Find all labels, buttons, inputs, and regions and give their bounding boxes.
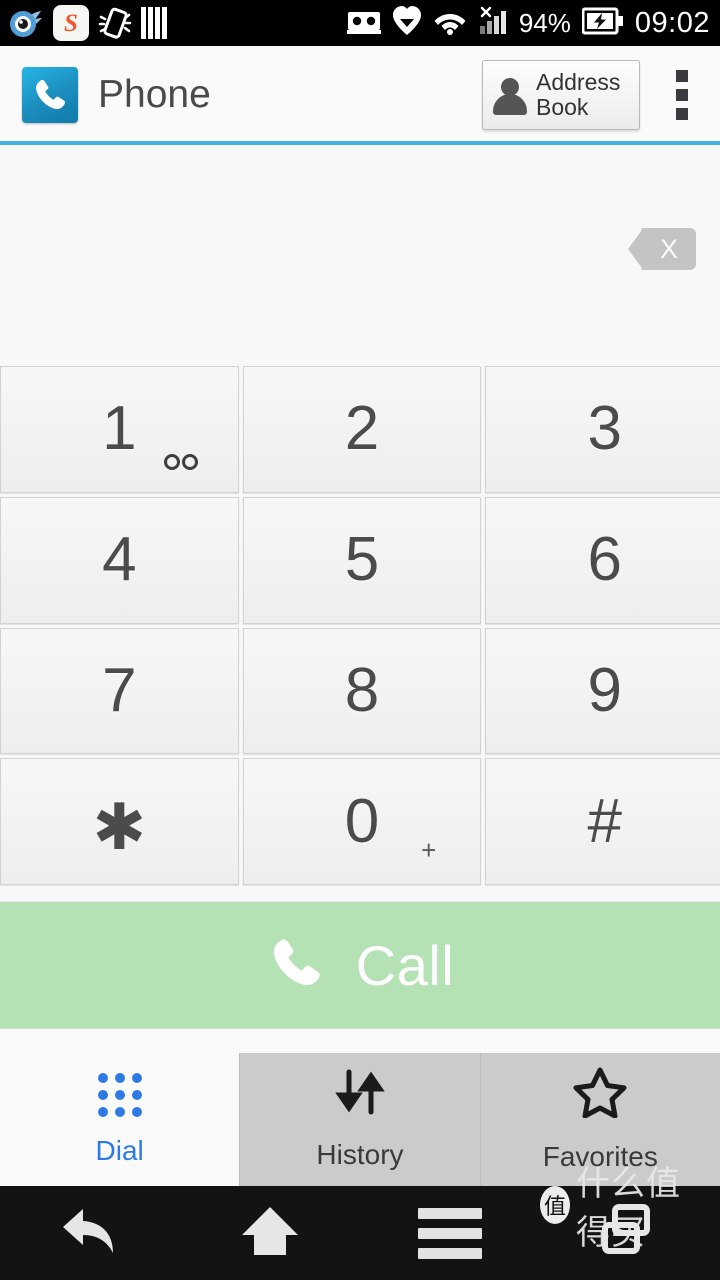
android-navigation-bar: 值 什么值得买	[0, 1164, 720, 1280]
dialpad-row: 1 2 3	[0, 366, 720, 493]
home-icon	[240, 1203, 300, 1264]
menu-hamburger-icon	[418, 1207, 482, 1259]
dialpad-row: 7 8 9	[0, 627, 720, 755]
home-button[interactable]	[180, 1203, 360, 1264]
status-bar-notification-icons: S	[0, 5, 171, 41]
key-label: 9	[587, 655, 622, 725]
phone-app-icon	[22, 66, 78, 123]
status-bar-system-icons: 94% 09:02	[346, 5, 720, 42]
star-outline-icon	[572, 1066, 628, 1123]
key-label: #	[587, 786, 622, 856]
sogou-input-icon: S	[53, 5, 89, 41]
tab-history[interactable]: History	[239, 1053, 480, 1186]
tab-dial-label: Dial	[95, 1134, 144, 1166]
dialed-number-text	[20, 145, 620, 363]
address-book-label: Address Book	[536, 68, 621, 120]
app-bar: Phone Address Book	[0, 46, 720, 143]
recents-button[interactable]: 值 什么值得买	[540, 1164, 720, 1264]
key-0[interactable]: 0 +	[242, 758, 482, 885]
key-1[interactable]: 1	[0, 366, 239, 493]
overflow-menu-icon[interactable]	[652, 46, 712, 143]
smzdm-badge: 值	[540, 1185, 570, 1224]
keypad-dots-icon	[97, 1072, 142, 1117]
backspace-delete-icon[interactable]: X	[628, 228, 696, 270]
key-label: 7	[102, 655, 137, 725]
shake-gesture-icon	[98, 5, 132, 41]
eyecare-glasses-icon	[346, 7, 381, 40]
key-label: 2	[344, 394, 380, 464]
key-4[interactable]: 4	[0, 496, 239, 624]
key-label: 8	[344, 655, 380, 725]
tab-dial[interactable]: Dial	[0, 1053, 240, 1186]
status-bar-clock: 09:02	[634, 6, 710, 39]
dialpad-row: 4 5 6	[0, 496, 720, 624]
comet-browser-icon	[8, 5, 44, 41]
back-arrow-icon	[59, 1203, 121, 1264]
address-book-button[interactable]: Address Book	[482, 59, 640, 130]
phone-dialer-screen: S 94% 09:02 Phone Address Book X 1 2 3 4…	[0, 0, 720, 1280]
phone-handset-icon	[266, 933, 326, 998]
key-label: 4	[102, 525, 137, 595]
key-plus-label: +	[421, 835, 437, 865]
backspace-glyph: X	[659, 233, 678, 264]
key-label: ✱	[92, 791, 147, 864]
dialpad: 1 2 3 4 5 6 7 8 9 ✱ 0 + #	[0, 366, 720, 885]
battery-percent-label: 94%	[518, 7, 571, 38]
address-book-label-line1: Address	[536, 68, 621, 95]
key-7[interactable]: 7	[0, 627, 239, 755]
tab-history-label: History	[316, 1139, 404, 1170]
call-history-arrows-icon	[329, 1068, 391, 1121]
signal-no-sim-icon	[478, 6, 508, 41]
key-label: 6	[587, 525, 622, 595]
key-label: 5	[344, 525, 380, 595]
key-hash[interactable]: #	[485, 758, 720, 885]
address-book-label-line2: Book	[536, 93, 589, 120]
call-button[interactable]: Call	[0, 901, 720, 1029]
key-label: 0	[344, 786, 380, 856]
page-title: Phone	[98, 72, 211, 116]
wifi-icon	[433, 7, 467, 40]
bars-icon	[141, 7, 171, 39]
key-label: 1	[102, 394, 137, 464]
key-2[interactable]: 2	[242, 366, 482, 493]
person-icon	[491, 75, 529, 115]
key-9[interactable]: 9	[485, 627, 720, 755]
status-bar: S 94% 09:02	[0, 0, 720, 46]
back-button[interactable]	[0, 1203, 180, 1264]
key-8[interactable]: 8	[242, 627, 482, 755]
key-3[interactable]: 3	[485, 366, 720, 493]
key-5[interactable]: 5	[242, 496, 482, 624]
voicemail-icon	[163, 453, 198, 470]
key-label: 3	[587, 394, 622, 464]
smzdm-watermark: 值 什么值得买	[540, 1156, 714, 1254]
key-6[interactable]: 6	[485, 496, 720, 624]
menu-button[interactable]	[360, 1207, 540, 1259]
heart-mail-icon	[392, 5, 422, 42]
smzdm-watermark-text: 什么值得买	[575, 1163, 681, 1253]
dialed-number-display[interactable]: X	[0, 145, 720, 363]
call-button-label: Call	[355, 933, 455, 997]
battery-charging-icon	[581, 7, 624, 40]
key-star[interactable]: ✱	[0, 758, 239, 885]
dialpad-row: ✱ 0 + #	[0, 758, 720, 885]
